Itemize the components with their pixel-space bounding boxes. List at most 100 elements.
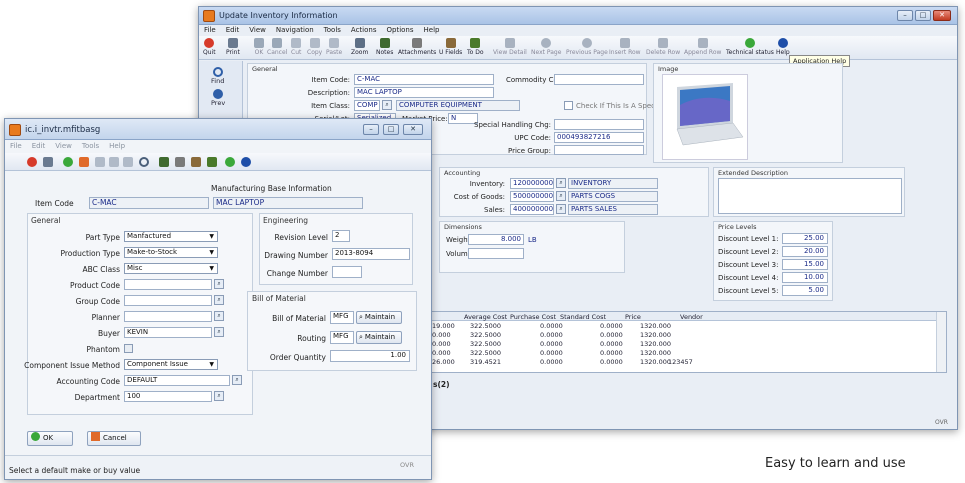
cogs-lookup-icon[interactable]: ⌕ bbox=[556, 191, 566, 201]
dialog-minimize-button[interactable]: – bbox=[363, 124, 379, 135]
table-row[interactable]: 0.000 322.5000 0.0000 0.0000 1320.000 bbox=[430, 349, 930, 358]
phantom-checkbox[interactable] bbox=[124, 344, 133, 353]
menu-edit[interactable]: Edit bbox=[27, 141, 51, 152]
ok-toolbar-button[interactable]: OK bbox=[254, 38, 264, 56]
technical-status-button[interactable]: Technical status bbox=[726, 38, 774, 56]
group-code-field[interactable] bbox=[124, 295, 212, 306]
cut-button[interactable]: Cut bbox=[291, 38, 301, 56]
order-quantity-field[interactable]: 1.00 bbox=[330, 350, 410, 362]
abc-class-select[interactable]: Misc ▼ bbox=[124, 263, 218, 274]
table-row[interactable]: 0.000 322.5000 0.0000 0.0000 1320.000 bbox=[430, 331, 930, 340]
item-class-lookup-icon[interactable]: ⌕ bbox=[382, 100, 392, 110]
view-detail-button[interactable]: View Detail bbox=[493, 38, 527, 56]
title-bar[interactable]: Update Inventory Information – □ ✕ bbox=[199, 7, 957, 25]
price-group-field[interactable] bbox=[554, 145, 644, 155]
cancel-toolbar-button[interactable]: Cancel bbox=[267, 38, 287, 56]
special-order-checkbox[interactable] bbox=[564, 101, 573, 110]
product-code-field[interactable] bbox=[124, 279, 212, 290]
routing-maintain-button[interactable]: ⌕ Maintain bbox=[356, 331, 402, 344]
inventory-account-field[interactable]: 120000000 bbox=[510, 178, 554, 189]
next-page-button[interactable]: Next Page bbox=[531, 38, 561, 56]
grid-scrollbar[interactable] bbox=[936, 312, 946, 372]
notes-button[interactable]: Notes bbox=[376, 38, 393, 56]
table-row[interactable]: 26.000 319.4521 0.0000 0.0000 1320.000 1… bbox=[430, 358, 930, 367]
paste-button[interactable]: Paste bbox=[326, 38, 342, 56]
special-handling-field[interactable] bbox=[554, 119, 644, 130]
accounting-code-field[interactable]: DEFAULT bbox=[124, 375, 230, 386]
ok-icon[interactable] bbox=[63, 157, 73, 167]
menu-options[interactable]: Options bbox=[382, 25, 419, 36]
department-field[interactable]: 100 bbox=[124, 391, 212, 402]
ufields-icon[interactable] bbox=[191, 157, 201, 167]
print-button[interactable]: Print bbox=[226, 38, 240, 56]
ufields-button[interactable]: U Fields bbox=[439, 38, 462, 56]
dialog-maximize-button[interactable]: □ bbox=[383, 124, 399, 135]
buyer-field[interactable]: KEVIN bbox=[124, 327, 212, 338]
volume-field[interactable] bbox=[468, 248, 524, 259]
group-code-search-icon[interactable]: ⌕ bbox=[214, 295, 224, 305]
component-issue-method-select[interactable]: Component Issue ▼ bbox=[124, 359, 218, 370]
item-code-field[interactable]: C-MAC bbox=[354, 74, 494, 85]
menu-file[interactable]: File bbox=[199, 25, 221, 36]
minimize-button[interactable]: – bbox=[897, 10, 913, 21]
todo-button[interactable]: To Do bbox=[467, 38, 484, 56]
delete-row-button[interactable]: Delete Row bbox=[646, 38, 680, 56]
bom-field[interactable]: MFG bbox=[330, 311, 354, 324]
menu-tools[interactable]: Tools bbox=[77, 141, 104, 152]
discount-level-5-field[interactable]: 5.00 bbox=[782, 285, 828, 296]
cogs-account-field[interactable]: 500000000 bbox=[510, 191, 554, 202]
menu-edit[interactable]: Edit bbox=[221, 25, 245, 36]
copy-icon[interactable] bbox=[109, 157, 119, 167]
description-field[interactable]: MAC LAPTOP bbox=[354, 87, 494, 98]
close-button[interactable]: ✕ bbox=[933, 10, 951, 21]
notes-icon[interactable] bbox=[159, 157, 169, 167]
production-type-select[interactable]: Make-to-Stock ▼ bbox=[124, 247, 218, 258]
extended-description-field[interactable] bbox=[718, 178, 902, 214]
todo-icon[interactable] bbox=[207, 157, 217, 167]
prev-button[interactable]: Prev bbox=[211, 89, 225, 107]
revision-level-field[interactable]: 2 bbox=[332, 230, 350, 242]
append-row-button[interactable]: Append Row bbox=[684, 38, 721, 56]
discount-level-2-field[interactable]: 20.00 bbox=[782, 246, 828, 257]
discount-level-1-field[interactable]: 25.00 bbox=[782, 233, 828, 244]
change-number-field[interactable] bbox=[332, 266, 362, 278]
table-row[interactable]: 19.000 322.5000 0.0000 0.0000 1320.000 bbox=[430, 322, 930, 331]
insert-row-button[interactable]: Insert Row bbox=[609, 38, 641, 56]
table-row[interactable]: 0.000 322.5000 0.0000 0.0000 1320.000 bbox=[430, 340, 930, 349]
quit-button[interactable]: Quit bbox=[203, 38, 216, 56]
menu-file[interactable]: File bbox=[5, 141, 27, 152]
menu-navigation[interactable]: Navigation bbox=[271, 25, 319, 36]
cancel-button[interactable]: Cancel bbox=[87, 431, 141, 446]
department-search-icon[interactable]: ⌕ bbox=[214, 391, 224, 401]
help-icon[interactable] bbox=[241, 157, 251, 167]
item-class-field[interactable]: COMP bbox=[354, 100, 380, 111]
help-button[interactable]: Help bbox=[776, 38, 790, 56]
discount-level-3-field[interactable]: 15.00 bbox=[782, 259, 828, 270]
quit-icon[interactable] bbox=[27, 157, 37, 167]
weight-field[interactable]: 8.000 bbox=[468, 234, 524, 245]
maximize-button[interactable]: □ bbox=[915, 10, 931, 21]
paste-icon[interactable] bbox=[123, 157, 133, 167]
commodity-field[interactable] bbox=[554, 74, 644, 85]
accounting-code-search-icon[interactable]: ⌕ bbox=[232, 375, 242, 385]
product-code-search-icon[interactable]: ⌕ bbox=[214, 279, 224, 289]
zoom-button[interactable]: Zoom bbox=[351, 38, 368, 56]
part-type-select[interactable]: Manfactured ▼ bbox=[124, 231, 218, 242]
menu-help[interactable]: Help bbox=[104, 141, 130, 152]
drawing-number-field[interactable]: 2013-8094 bbox=[332, 248, 410, 260]
cancel-icon[interactable] bbox=[79, 157, 89, 167]
sales-account-field[interactable]: 400000000 bbox=[510, 204, 554, 215]
sales-lookup-icon[interactable]: ⌕ bbox=[556, 204, 566, 214]
zoom-icon[interactable] bbox=[139, 157, 149, 167]
planner-field[interactable] bbox=[124, 311, 212, 322]
routing-field[interactable]: MFG bbox=[330, 331, 354, 344]
discount-level-4-field[interactable]: 10.00 bbox=[782, 272, 828, 283]
attachments-icon[interactable] bbox=[175, 157, 185, 167]
copy-button[interactable]: Copy bbox=[307, 38, 322, 56]
planner-search-icon[interactable]: ⌕ bbox=[214, 311, 224, 321]
attachments-button[interactable]: Attachments bbox=[398, 38, 436, 56]
technical-status-icon[interactable] bbox=[225, 157, 235, 167]
previous-page-button[interactable]: Previous Page bbox=[566, 38, 608, 56]
upc-code-field[interactable]: 000493827216 bbox=[554, 132, 644, 143]
menu-actions[interactable]: Actions bbox=[346, 25, 382, 36]
